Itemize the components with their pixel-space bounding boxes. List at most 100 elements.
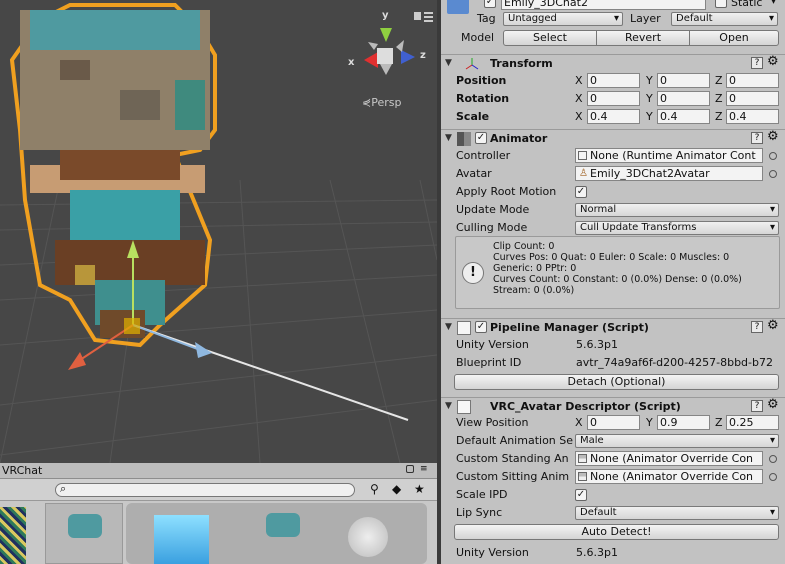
gear-icon[interactable]: ⚙ bbox=[767, 54, 779, 69]
lock-icon[interactable] bbox=[406, 465, 414, 473]
rotation-z-field[interactable]: 0 bbox=[726, 91, 779, 106]
default-animation-dropdown[interactable]: Male bbox=[575, 434, 779, 448]
search-input[interactable]: ⌕ bbox=[55, 482, 355, 497]
favorite-icon[interactable]: ★ bbox=[414, 482, 425, 496]
asset-thumbnail[interactable] bbox=[45, 503, 123, 564]
detach-button[interactable]: Detach (Optional) bbox=[454, 374, 779, 390]
scale-ipd-checkbox[interactable]: ✓ bbox=[575, 489, 587, 501]
pipeline-enabled-checkbox[interactable]: ✓ bbox=[475, 321, 487, 333]
help-icon[interactable]: ? bbox=[751, 400, 763, 412]
descriptor-header[interactable]: ▼ VRC_Avatar Descriptor (Script) ? ⚙ bbox=[441, 397, 785, 415]
gear-icon[interactable]: ⚙ bbox=[767, 397, 779, 412]
custom-standing-field[interactable]: None (Animator Override Con bbox=[575, 451, 763, 466]
position-y-field[interactable]: 0 bbox=[657, 73, 710, 88]
scene-canvas[interactable] bbox=[0, 0, 437, 463]
view-position-x-field[interactable]: 0 bbox=[587, 415, 640, 430]
tag-dropdown[interactable]: Untagged bbox=[503, 12, 623, 26]
controller-value: None (Runtime Animator Cont bbox=[590, 149, 756, 162]
component-help-settings-icons[interactable]: ? ⚙ bbox=[751, 318, 781, 334]
foldout-icon[interactable]: ▼ bbox=[445, 58, 452, 68]
projection-toggle[interactable]: ⋞Persp bbox=[362, 96, 401, 109]
component-help-settings-icons[interactable]: ? ⚙ bbox=[751, 54, 781, 70]
gear-icon[interactable]: ⚙ bbox=[767, 129, 779, 144]
avatar-model[interactable] bbox=[9, 3, 217, 348]
asset-thumbnail[interactable] bbox=[266, 513, 300, 537]
help-icon[interactable]: ? bbox=[751, 57, 763, 69]
z-label[interactable]: Z bbox=[715, 416, 723, 429]
blueprint-id-value[interactable]: avtr_74a9af6f-d200-4257-8bbd-b72 bbox=[576, 356, 781, 369]
custom-sitting-field[interactable]: None (Animator Override Con bbox=[575, 469, 763, 484]
menu-icon[interactable]: ≡ bbox=[420, 464, 428, 474]
controller-field[interactable]: None (Runtime Animator Cont bbox=[575, 148, 763, 163]
asset-thumbnail[interactable] bbox=[154, 515, 209, 564]
object-picker-icon[interactable] bbox=[769, 455, 777, 463]
foldout-icon[interactable]: ▼ bbox=[445, 133, 452, 143]
object-picker-icon[interactable] bbox=[769, 152, 777, 160]
foldout-icon[interactable]: ▼ bbox=[445, 401, 452, 411]
object-picker-icon[interactable] bbox=[769, 473, 777, 481]
position-z-field[interactable]: 0 bbox=[726, 73, 779, 88]
project-tab[interactable]: VRChat bbox=[2, 464, 42, 477]
apply-root-motion-checkbox[interactable]: ✓ bbox=[575, 186, 587, 198]
lip-sync-dropdown[interactable]: Default bbox=[575, 506, 779, 520]
static-dropdown-arrow-icon[interactable]: ▾ bbox=[771, 0, 776, 7]
active-checkbox[interactable]: ✓ bbox=[484, 0, 496, 8]
scale-row: Scale X 0.4 Y 0.4 Z 0.4 bbox=[441, 108, 785, 126]
controller-icon bbox=[578, 151, 587, 160]
y-label[interactable]: Y bbox=[646, 92, 653, 105]
apply-root-motion-row: Apply Root Motion ✓ bbox=[441, 183, 785, 201]
unity-version-label: Unity Version bbox=[456, 338, 529, 351]
scale-x-field[interactable]: 0.4 bbox=[587, 109, 640, 124]
auto-detect-button[interactable]: Auto Detect! bbox=[454, 524, 779, 540]
x-label[interactable]: X bbox=[575, 110, 583, 123]
component-help-settings-icons[interactable]: ? ⚙ bbox=[751, 397, 781, 413]
x-label[interactable]: X bbox=[575, 74, 583, 87]
help-icon[interactable]: ? bbox=[751, 132, 763, 144]
z-label[interactable]: Z bbox=[715, 74, 723, 87]
foldout-icon[interactable]: ▼ bbox=[445, 322, 452, 332]
animator-header[interactable]: ▼ ✓ Animator ? ⚙ bbox=[441, 129, 785, 147]
scene-view[interactable]: y x z ⋞Persp bbox=[0, 0, 437, 463]
z-label[interactable]: Z bbox=[715, 92, 723, 105]
object-picker-icon[interactable] bbox=[769, 170, 777, 178]
z-label[interactable]: Z bbox=[715, 110, 723, 123]
model-label: Model bbox=[461, 31, 495, 44]
scale-z-field[interactable]: 0.4 bbox=[726, 109, 779, 124]
select-button[interactable]: Select bbox=[503, 30, 597, 46]
x-label[interactable]: X bbox=[575, 416, 583, 429]
view-position-z-field[interactable]: 0.25 bbox=[726, 415, 779, 430]
rotation-row: Rotation X 0 Y 0 Z 0 bbox=[441, 90, 785, 108]
help-icon[interactable]: ? bbox=[751, 321, 763, 333]
avatar-field[interactable]: ♙ Emily_3DChat2Avatar bbox=[575, 166, 763, 181]
object-name-field[interactable]: Emily_3DChat2 bbox=[501, 0, 706, 10]
animator-enabled-checkbox[interactable]: ✓ bbox=[475, 132, 487, 144]
static-checkbox[interactable] bbox=[715, 0, 727, 8]
position-x-field[interactable]: 0 bbox=[587, 73, 640, 88]
rotation-y-field[interactable]: 0 bbox=[657, 91, 710, 106]
y-label[interactable]: Y bbox=[646, 74, 653, 87]
transform-header[interactable]: ▼ Transform ? ⚙ bbox=[441, 54, 785, 72]
layer-dropdown[interactable]: Default bbox=[671, 12, 778, 26]
scale-y-field[interactable]: 0.4 bbox=[657, 109, 710, 124]
x-label[interactable]: X bbox=[575, 92, 583, 105]
view-position-y-field[interactable]: 0.9 bbox=[657, 415, 710, 430]
gear-icon[interactable]: ⚙ bbox=[767, 318, 779, 333]
controller-label: Controller bbox=[456, 149, 511, 162]
update-mode-dropdown[interactable]: Normal bbox=[575, 203, 779, 217]
filter-label-icon[interactable]: ◆ bbox=[392, 482, 401, 496]
revert-button[interactable]: Revert bbox=[596, 30, 690, 46]
rotation-x-field[interactable]: 0 bbox=[587, 91, 640, 106]
scene-window-icons[interactable] bbox=[414, 12, 433, 22]
culling-mode-dropdown[interactable]: Cull Update Transforms bbox=[575, 221, 779, 235]
custom-standing-value: None (Animator Override Con bbox=[590, 452, 754, 465]
orientation-gizmo[interactable] bbox=[364, 28, 415, 75]
y-label[interactable]: Y bbox=[646, 110, 653, 123]
pipeline-header[interactable]: ▼ ✓ Pipeline Manager (Script) ? ⚙ bbox=[441, 318, 785, 336]
asset-thumbnail[interactable] bbox=[0, 507, 26, 564]
open-button[interactable]: Open bbox=[689, 30, 779, 46]
component-help-settings-icons[interactable]: ? ⚙ bbox=[751, 129, 781, 145]
script-icon bbox=[457, 321, 471, 335]
y-label[interactable]: Y bbox=[646, 416, 653, 429]
filter-type-icon[interactable]: ⚲ bbox=[370, 482, 379, 496]
asset-thumbnail[interactable] bbox=[348, 517, 388, 557]
